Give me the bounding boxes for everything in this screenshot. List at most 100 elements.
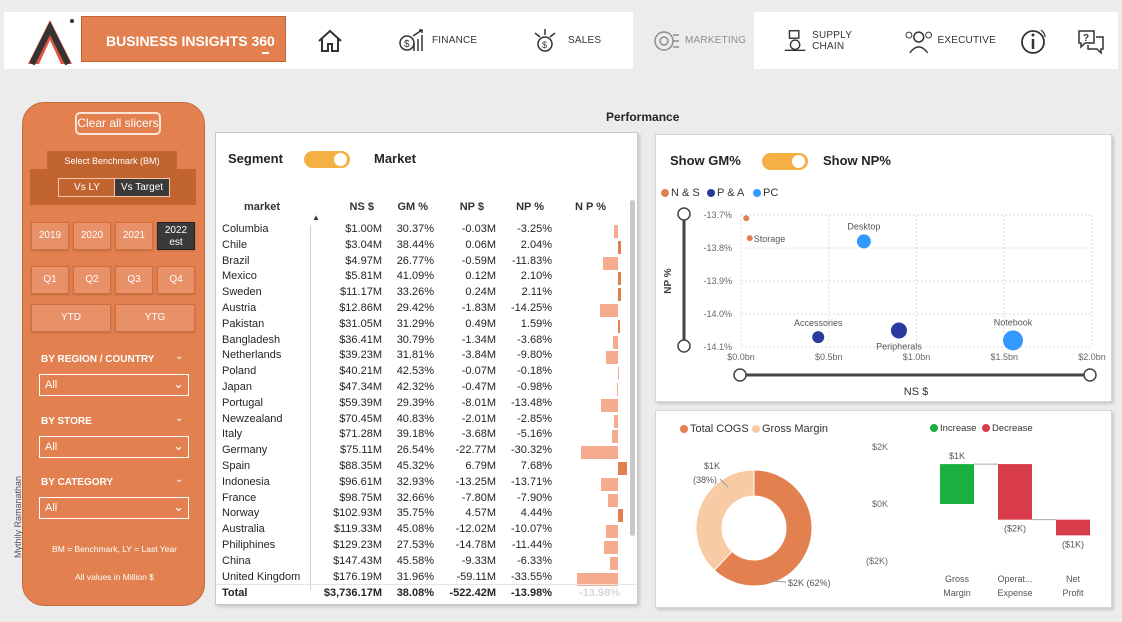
table-row[interactable]: China $147.43M 45.58% -9.33M -6.33% — [216, 555, 624, 571]
y-slider-handle[interactable] — [677, 339, 691, 353]
table-row[interactable]: Japan $47.34M 42.32% -0.47M -0.98% — [216, 381, 624, 397]
waterfall-bar[interactable] — [998, 464, 1032, 520]
cell-np: -3.84M — [461, 349, 496, 362]
table-scrollbar[interactable] — [630, 200, 635, 536]
table-row[interactable]: Netherlands $39.23M 31.81% -3.84M -9.80% — [216, 349, 624, 365]
chevron-down-icon: ⌄ — [173, 438, 184, 453]
table-row[interactable]: Bangladesh $36.41M 30.79% -1.34M -3.68% — [216, 334, 624, 350]
header-npp[interactable]: NP % — [504, 201, 544, 213]
year-2022-button[interactable]: 2022 est — [157, 222, 195, 250]
waterfall-bar[interactable] — [1056, 519, 1090, 536]
nav-finance[interactable]: $ FINANCE — [398, 12, 488, 69]
quarter-q3-button[interactable]: Q3 — [115, 266, 153, 294]
quarter-q2-button[interactable]: Q2 — [73, 266, 111, 294]
sort-icon[interactable]: ▲ — [312, 213, 320, 222]
ytg-button[interactable]: YTG — [115, 304, 195, 332]
cell-gm: 39.18% — [396, 428, 434, 441]
chevron-down-icon[interactable]: ⌄ — [175, 413, 183, 424]
y-tick-label: ($2K) — [866, 556, 888, 566]
waterfall-value-label: ($1K) — [1062, 539, 1084, 549]
y-tick-label: -13.7% — [703, 210, 732, 220]
svg-text:?: ? — [1083, 33, 1089, 44]
scatter-point[interactable] — [746, 235, 753, 242]
scatter-point[interactable] — [743, 215, 750, 222]
scatter-point[interactable] — [812, 331, 825, 344]
table-row[interactable]: Sweden $11.17M 33.26% 0.24M 2.11% — [216, 286, 624, 302]
table-row[interactable]: Germany $75.11M 26.54% -22.77M -30.32% — [216, 444, 624, 460]
scatter-point[interactable] — [856, 234, 871, 249]
nav-sales[interactable]: $ SALES — [530, 12, 610, 69]
table-row[interactable]: Indonesia $96.61M 32.93% -13.25M -13.71% — [216, 476, 624, 492]
table-row[interactable]: Chile $3.04M 38.44% 0.06M 2.04% — [216, 239, 624, 255]
brand-text: BUSINESS INSIGHTS 360 — [106, 33, 275, 49]
table-row[interactable]: Australia $119.33M 45.08% -12.02M -10.07% — [216, 523, 624, 539]
region-dropdown[interactable]: All ⌄ — [39, 374, 189, 396]
table-row[interactable]: France $98.75M 32.66% -7.80M -7.90% — [216, 492, 624, 508]
table-row[interactable]: Mexico $5.81M 41.09% 0.12M 2.10% — [216, 270, 624, 286]
table-row[interactable]: Brazil $4.97M 26.77% -0.59M -11.83% — [216, 255, 624, 271]
table-row[interactable]: Norway $102.93M 35.75% 4.57M 4.44% — [216, 507, 624, 523]
nav-executive[interactable]: EXECUTIVE — [904, 12, 996, 69]
year-2020-button[interactable]: 2020 — [73, 222, 111, 250]
x-slider-handle[interactable] — [733, 368, 747, 382]
npp-bar — [603, 256, 618, 270]
quarter-q1-button[interactable]: Q1 — [31, 266, 69, 294]
total-npp-bar-label: -13.98% — [579, 587, 620, 599]
store-dropdown[interactable]: All ⌄ — [39, 436, 189, 458]
chevron-down-icon[interactable]: ⌄ — [175, 351, 183, 362]
header-ns[interactable]: NS $ — [334, 201, 374, 213]
header-np[interactable]: NP $ — [444, 201, 484, 213]
nav-marketing[interactable]: MARKETING — [633, 12, 754, 69]
nav-home[interactable] — [316, 12, 348, 69]
cell-np: 0.06M — [465, 238, 496, 251]
donut-gm-pct-label: (38%) — [693, 475, 717, 485]
year-2019-button[interactable]: 2019 — [31, 222, 69, 250]
vs-ly-button[interactable]: Vs LY — [58, 178, 116, 197]
legend-cogs[interactable]: Total COGS — [680, 423, 749, 435]
scatter-point[interactable] — [1003, 330, 1024, 351]
table-row[interactable]: Newzealand $70.45M 40.83% -2.01M -2.85% — [216, 413, 624, 429]
table-row[interactable]: Pakistan $31.05M 31.29% 0.49M 1.59% — [216, 318, 624, 334]
gm-np-toggle[interactable] — [762, 153, 808, 170]
header-npp-bar[interactable]: N P % — [566, 201, 606, 213]
y-slider-handle[interactable] — [677, 207, 691, 221]
table-row[interactable]: Spain $88.35M 45.32% 6.79M 7.68% — [216, 460, 628, 476]
year-2021-button[interactable]: 2021 — [115, 222, 153, 250]
header-gm[interactable]: GM % — [388, 201, 428, 213]
x-tick-label: $0.0bn — [727, 352, 755, 362]
table-row[interactable]: Portugal $59.39M 29.39% -8.01M -13.48% — [216, 397, 624, 413]
segment-market-toggle[interactable] — [304, 151, 350, 168]
nav-info[interactable] — [1020, 12, 1050, 69]
scatter-point-label: Accessories — [794, 318, 843, 328]
table-row[interactable]: Italy $71.28M 39.18% -3.68M -5.16% — [216, 428, 624, 444]
cell-npp: -13.71% — [511, 475, 552, 488]
cell-ns: $12.86M — [339, 302, 382, 314]
year-2022-label: 2022 — [164, 225, 188, 236]
chevron-down-icon[interactable]: ⌄ — [175, 474, 183, 485]
x-tick-label: $1.5bn — [990, 352, 1018, 362]
cell-market: Germany — [222, 444, 268, 457]
table-row[interactable]: Poland $40.21M 42.53% -0.07M -0.18% — [216, 365, 624, 381]
clear-slicers-button[interactable]: Clear all slicers — [75, 112, 161, 135]
scatter-point-label: Desktop — [847, 221, 880, 231]
ytd-button[interactable]: YTD — [31, 304, 111, 332]
cell-npp: 7.68% — [520, 460, 552, 472]
cogs-card: Total COGS Gross Margin $1K (38%) $2K (6… — [655, 410, 1112, 608]
scatter-point[interactable] — [890, 322, 907, 339]
category-dropdown[interactable]: All ⌄ — [39, 497, 189, 519]
quarter-q4-button[interactable]: Q4 — [157, 266, 195, 294]
header-market[interactable]: market — [244, 201, 286, 213]
donut-slice[interactable] — [695, 469, 755, 571]
cell-gm: 30.79% — [396, 333, 434, 346]
nav-help[interactable]: ? — [1076, 12, 1108, 69]
table-row[interactable]: Columbia $1.00M 30.37% -0.03M -3.25% — [216, 223, 624, 239]
nav-supply-chain[interactable]: SUPPLY CHAIN — [782, 12, 882, 69]
cell-ns: $1.00M — [345, 223, 382, 235]
table-row[interactable]: Philiphines $129.23M 27.53% -14.78M -11.44% — [216, 539, 624, 555]
legend-gm[interactable]: Gross Margin — [752, 423, 828, 435]
table-row[interactable]: Austria $12.86M 29.42% -1.83M -14.25% — [216, 302, 624, 318]
vs-target-button[interactable]: Vs Target — [114, 178, 170, 197]
show-np-label: Show NP% — [823, 153, 891, 168]
waterfall-bar[interactable] — [940, 464, 974, 504]
x-slider-handle[interactable] — [1083, 368, 1097, 382]
